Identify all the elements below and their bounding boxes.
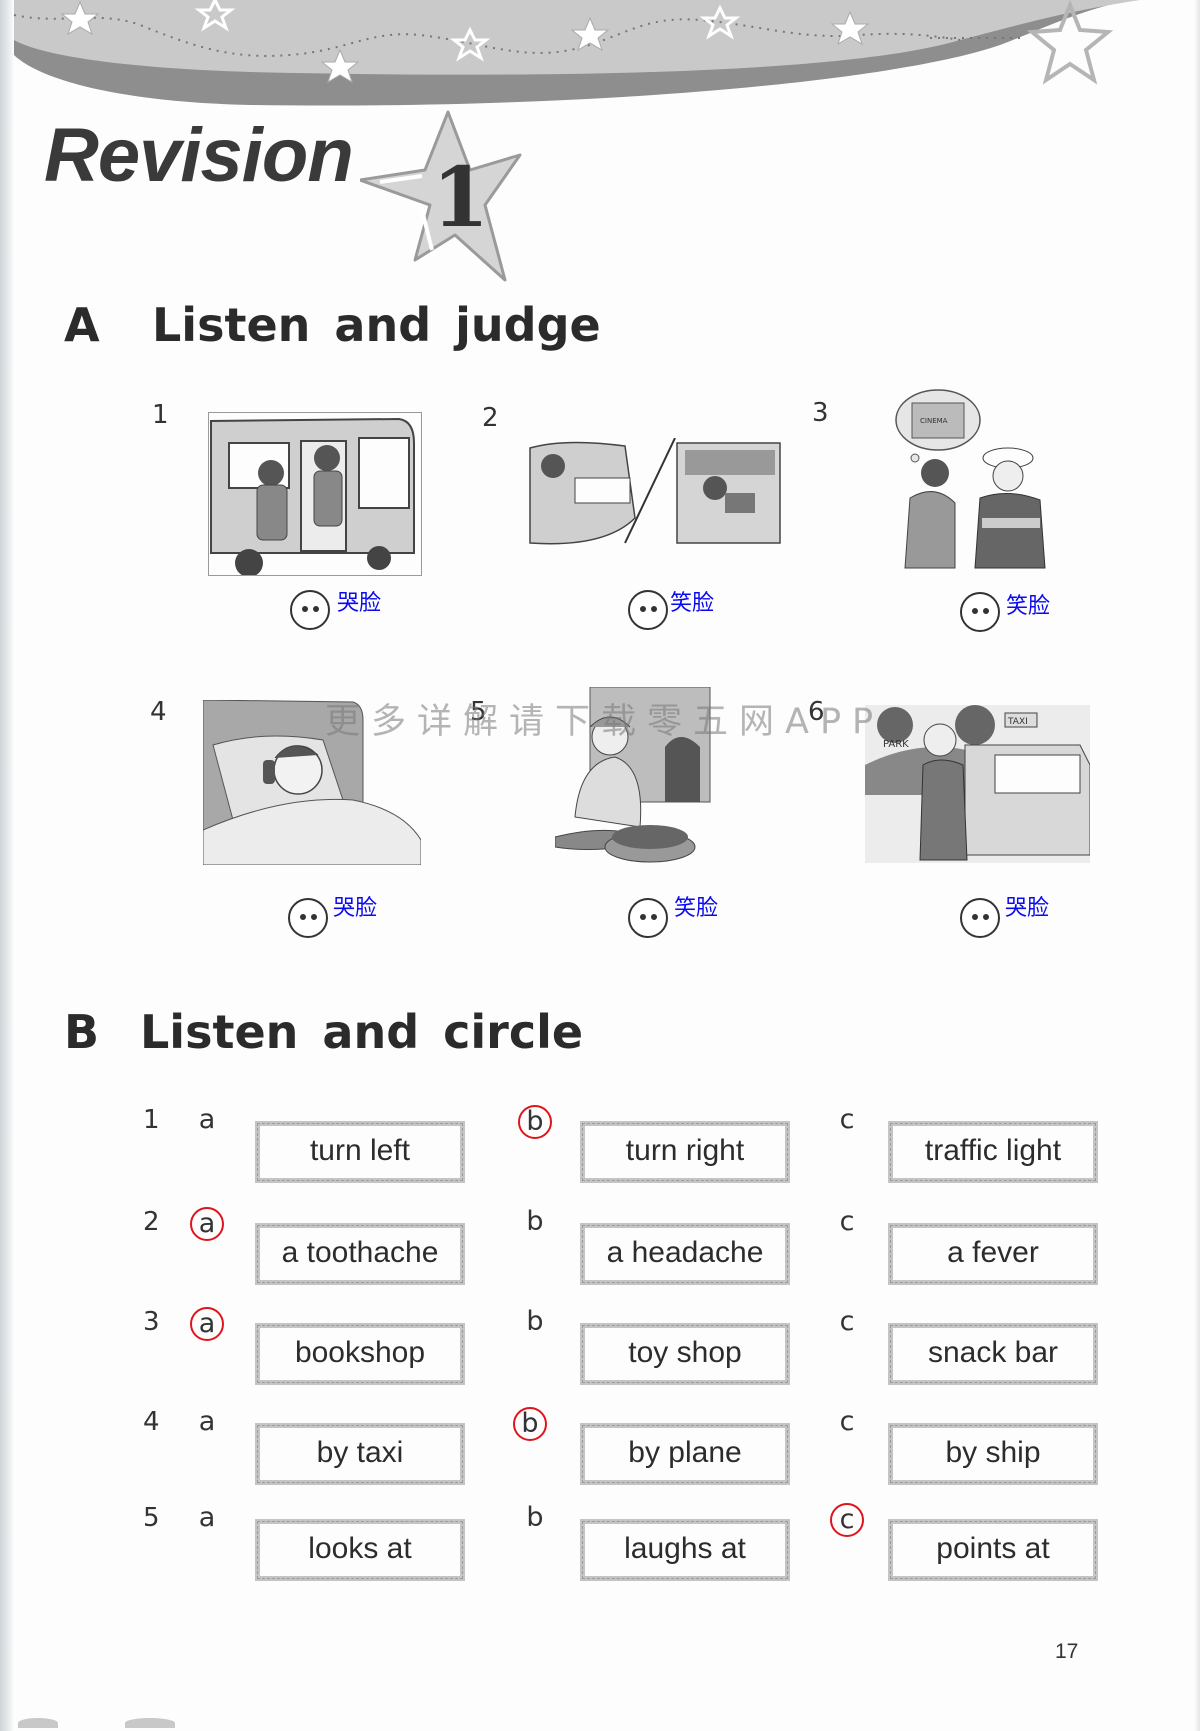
option-box-c[interactable]: a fever <box>888 1223 1098 1285</box>
row-number: 1 <box>143 1105 160 1135</box>
option-letter-a[interactable]: a <box>190 1105 224 1139</box>
option-letter-b-selected[interactable]: b <box>518 1105 552 1139</box>
option-box-a[interactable]: a toothache <box>255 1223 465 1285</box>
unit-number: 1 <box>432 150 490 246</box>
answer-label: 笑脸 <box>674 896 719 921</box>
answer-label: 哭脸 <box>1005 896 1050 921</box>
option-box-a[interactable]: by taxi <box>255 1423 465 1485</box>
option-letter-c-selected[interactable]: c <box>830 1503 864 1537</box>
option-letter-a-selected[interactable]: a <box>190 1307 224 1341</box>
item-number: 3 <box>812 398 829 428</box>
option-letter-b-selected[interactable]: b <box>513 1407 547 1441</box>
option-box-b[interactable]: laughs at <box>580 1519 790 1581</box>
face-icon <box>290 590 330 630</box>
option-box-b[interactable]: turn right <box>580 1121 790 1183</box>
face-icon <box>288 898 328 938</box>
option-letter-b[interactable]: b <box>518 1307 552 1341</box>
picture-children-boarding-bus <box>208 412 422 576</box>
option-letter-c[interactable]: c <box>830 1407 864 1441</box>
picture-piano-and-library <box>525 438 783 548</box>
option-box-b[interactable]: toy shop <box>580 1323 790 1385</box>
circle-row-5: 5 a looks at b laughs at c points at <box>0 1503 1200 1583</box>
option-letter-c[interactable]: c <box>830 1207 864 1241</box>
option-box-a[interactable]: bookshop <box>255 1323 465 1385</box>
face-icon <box>960 592 1000 632</box>
answer-label: 哭脸 <box>337 591 382 616</box>
row-number: 3 <box>143 1307 160 1337</box>
option-letter-a[interactable]: a <box>190 1407 224 1441</box>
circle-row-3: 3 a bookshop b toy shop c snack bar <box>0 1307 1200 1387</box>
option-box-c[interactable]: snack bar <box>888 1323 1098 1385</box>
item-number: 5 <box>470 697 487 727</box>
scan-smudge <box>18 1718 58 1728</box>
option-letter-b[interactable]: b <box>518 1207 552 1241</box>
page-title: Revision <box>44 113 354 198</box>
svg-text:PARK: PARK <box>883 739 909 750</box>
picture-woman-and-police-officer: CINEMA <box>890 388 1060 573</box>
row-number: 5 <box>143 1503 160 1533</box>
answer-label: 哭脸 <box>333 896 378 921</box>
section-title: Listen and judge <box>152 298 601 352</box>
option-letter-b[interactable]: b <box>518 1503 552 1537</box>
section-letter: B <box>64 1005 100 1059</box>
circle-row-4: 4 a by taxi b by plane c by ship <box>0 1407 1200 1487</box>
item-number: 1 <box>152 400 169 430</box>
star-banner <box>13 0 1140 106</box>
option-box-a[interactable]: turn left <box>255 1121 465 1183</box>
option-box-b[interactable]: a headache <box>580 1223 790 1285</box>
svg-text:TAXI: TAXI <box>1007 717 1028 727</box>
face-icon <box>628 590 668 630</box>
section-letter: A <box>64 298 100 352</box>
item-number: 2 <box>482 403 499 433</box>
circle-row-2: 2 a a toothache b a headache c a fever <box>0 1207 1200 1287</box>
workbook-page: Revision 1 A Listen and judge 1 哭脸 2 笑脸 … <box>0 0 1200 1731</box>
option-letter-c[interactable]: c <box>830 1105 864 1139</box>
row-number: 2 <box>143 1207 160 1237</box>
picture-man-leaving-taxi: PARK TAXI <box>865 705 1090 863</box>
answer-label: 笑脸 <box>1006 594 1051 619</box>
item-number: 4 <box>150 697 167 727</box>
row-number: 4 <box>143 1407 160 1437</box>
section-title: Listen and circle <box>140 1005 584 1059</box>
circle-row-1: 1 a turn left b turn right c traffic lig… <box>0 1105 1200 1185</box>
option-box-a[interactable]: looks at <box>255 1519 465 1581</box>
face-icon <box>960 898 1000 938</box>
item-number: 6 <box>808 697 825 727</box>
face-icon <box>628 898 668 938</box>
option-box-c[interactable]: traffic light <box>888 1121 1098 1183</box>
option-box-c[interactable]: by ship <box>888 1423 1098 1485</box>
option-box-b[interactable]: by plane <box>580 1423 790 1485</box>
picture-sick-boy-in-bed <box>203 700 421 865</box>
option-letter-a[interactable]: a <box>190 1503 224 1537</box>
scan-smudge <box>125 1718 175 1728</box>
option-letter-c[interactable]: c <box>830 1307 864 1341</box>
option-letter-a-selected[interactable]: a <box>190 1207 224 1241</box>
svg-text:CINEMA: CINEMA <box>920 417 948 425</box>
picture-woman-washing-clothes <box>555 687 715 867</box>
page-number: 17 <box>1055 1640 1079 1663</box>
answer-label: 笑脸 <box>670 591 715 616</box>
option-box-c[interactable]: points at <box>888 1519 1098 1581</box>
